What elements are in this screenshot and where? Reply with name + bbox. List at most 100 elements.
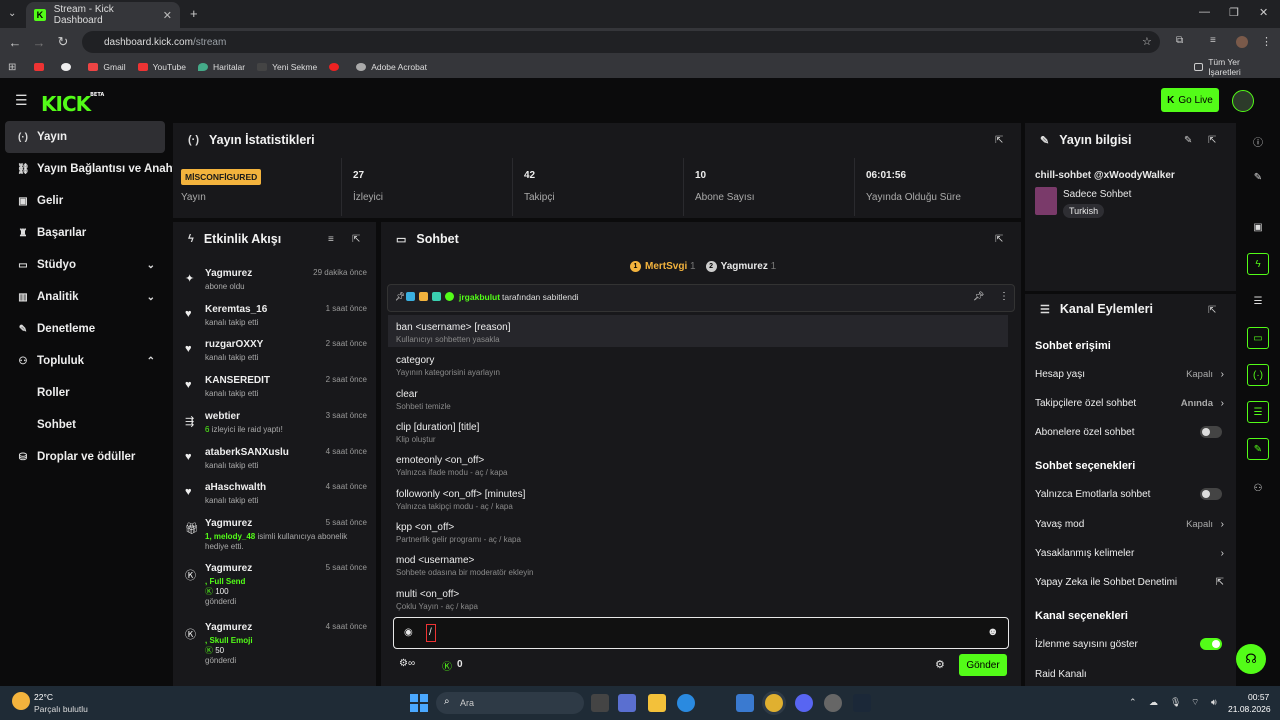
activity-icon[interactable]: ϟ [1247,253,1269,275]
bookmark-opera-icon[interactable] [329,63,344,71]
community-icon[interactable]: ⚇ [1247,477,1269,499]
sidebar-item-studyo[interactable]: ▭ Stüdyo ⌄ [5,249,165,281]
sidebar-item-analitik[interactable]: ▥ Analitik ⌄ [5,281,165,313]
chat-icon[interactable]: ▭ [1247,327,1269,349]
task-view-icon[interactable] [591,694,609,712]
sidebar-item-topluluk[interactable]: ⚇ Topluluk ⌃ [5,345,165,377]
help-headset-icon[interactable]: ☊ [1236,644,1266,674]
extensions-icon[interactable]: ⧉ [1176,35,1183,46]
sidebar-item-droplar[interactable]: ⛁ Droplar ve ödüller [5,441,165,473]
windows-start-icon[interactable] [410,694,428,712]
edge-icon[interactable] [677,694,695,712]
emote-only-toggle[interactable] [1200,488,1222,500]
close-window-icon[interactable]: ✕ [1259,6,1268,19]
forward-icon[interactable]: → [26,35,52,50]
expand-activity-icon[interactable]: ⇱ [352,234,360,245]
list-icon[interactable]: ☰ [1247,290,1269,312]
sidebar-item-stream-key[interactable]: ⛓ Yayın Bağlantısı ve Anahtarı [5,153,177,185]
wrench-icon[interactable]: ✎ [1247,438,1269,460]
close-tab-icon[interactable]: ✕ [163,9,172,22]
chrome-icon[interactable] [765,694,783,712]
expand-stats-icon[interactable]: ⇱ [995,135,1003,146]
command-mod[interactable]: mod <username> Sohbete odasına bir modera… [388,548,1008,580]
command-clip[interactable]: clip [duration] [title] Klip oluştur [388,415,1008,447]
back-icon[interactable]: ← [2,35,28,50]
setting-ai-moderation[interactable]: Yapay Zeka ile Sohbet Denetimi ⇱ [1035,572,1227,592]
bookmark-new-tab[interactable]: Yeni Sekme [257,62,317,72]
command-clear[interactable]: clear Sohbeti temizle [388,382,1008,414]
bookmark-youtube-icon[interactable] [34,63,49,71]
bookmark-star-icon[interactable]: ☆ [1142,35,1152,48]
setting-account-age[interactable]: Hesap yaşı Kapalı › [1035,364,1227,384]
profile-avatar[interactable] [1236,36,1248,48]
user-avatar[interactable] [1232,90,1254,112]
wifi-icon[interactable]: ⌔ [1191,697,1199,708]
expand-info-icon[interactable]: ⇱ [1208,135,1216,146]
filter-icon[interactable]: ≡ [328,234,334,245]
browser-tab[interactable]: K Stream - Kick Dashboard ✕ [26,2,180,28]
setting-banned-words[interactable]: Yasaklanmış kelimeler › [1035,543,1227,563]
edit-icon[interactable]: ✎ [1247,166,1269,188]
more-options-icon[interactable]: ⋮ [999,291,1009,302]
tray-chevron-icon[interactable]: ⌃ [1129,697,1137,708]
bookmark-google-icon[interactable] [61,63,76,71]
maximize-icon[interactable]: ❐ [1229,6,1239,19]
apps-icon[interactable]: ⊞ [8,62,16,73]
mic-icon[interactable]: 🎙︎ [1170,697,1181,708]
sidebar-item-basarilar[interactable]: ♜ Başarılar [5,217,165,249]
bookmark-acrobat[interactable]: Adobe Acrobat [356,62,427,72]
wallet-icon[interactable]: ▣ [1247,216,1269,238]
gear-icon[interactable]: ⚙ [935,658,945,671]
expand-chat-icon[interactable]: ⇱ [995,234,1003,245]
all-bookmarks[interactable]: Tüm Yer İşaretleri [1194,57,1268,77]
new-tab-icon[interactable]: + [190,6,198,21]
url-field[interactable]: dashboard.kick.com/stream [82,31,1160,53]
setting-raid-channel[interactable]: Raid Kanalı [1035,664,1227,684]
chat-input[interactable]: ◉ / ☻ [393,617,1009,649]
layers-icon[interactable]: ☰ [1247,401,1269,423]
expand-actions-icon[interactable]: ⇱ [1208,305,1216,316]
sidebar-item-roller[interactable]: Roller [5,377,165,409]
command-followonly[interactable]: followonly <on_off> [minutes] Yalnızca ta… [388,482,1008,514]
setting-follower-only[interactable]: Takipçilere özel sohbet Anında › [1035,393,1227,413]
command-ban[interactable]: ban <username> [reason] Kullanıcıyı sohbe… [388,315,1008,347]
minimize-icon[interactable]: — [1199,6,1210,18]
viewcount-toggle[interactable] [1200,638,1222,650]
tab-list-icon[interactable]: ⌄ [8,8,16,19]
command-kpp[interactable]: kpp <on_off> Partnerlik gelir programı - … [388,515,1008,547]
sidebar-item-yayin[interactable]: (·) Yayın [5,121,165,153]
menu-icon[interactable]: ⋮ [1261,35,1272,48]
send-button[interactable]: Gönder [959,654,1007,676]
edit-info-icon[interactable]: ✎ [1184,135,1192,146]
volume-icon[interactable]: 🔊︎ [1211,697,1217,708]
setting-emote-only[interactable]: Yalnızca Emotlarla sohbet [1035,484,1227,504]
setting-slow-mode[interactable]: Yavaş mod Kapalı › [1035,514,1227,534]
setting-sub-only[interactable]: Abonelere özel sohbet [1035,422,1227,442]
file-explorer-icon[interactable] [648,694,666,712]
bookmark-maps[interactable]: Haritalar [198,62,245,72]
reload-icon[interactable]: ↻ [50,34,76,50]
bookmark-gmail[interactable]: Gmail [88,62,126,72]
emote-badge-icon[interactable]: ◉ [404,627,413,638]
app-icon[interactable] [824,694,842,712]
command-category[interactable]: category Yayının kategorisini ayarlayın [388,348,1008,380]
discord-icon[interactable] [795,694,813,712]
setting-show-viewcount[interactable]: İzlenme sayısını göster [1035,634,1227,654]
chat-input-text[interactable]: / [426,624,436,642]
unpin-icon[interactable]: 📌︎ [973,291,984,302]
mail-icon[interactable] [736,694,754,712]
taskbar-search[interactable]: ⌕ Ara [436,692,584,714]
sub-only-toggle[interactable] [1200,426,1222,438]
sidebar-item-gelir[interactable]: ▣ Gelir [5,185,165,217]
go-live-button[interactable]: K Go Live [1161,88,1219,112]
widgets-icon[interactable] [618,694,636,712]
sidebar-item-sohbet[interactable]: Sohbet [5,409,165,441]
command-multi[interactable]: multi <on_off> Çoklu Yayın - aç / kapa [388,582,1008,614]
chat-settings-icon[interactable]: ⚙∞ [399,658,415,669]
bookmark-youtube[interactable]: YouTube [137,62,186,72]
steam-icon[interactable] [853,694,871,712]
media-icon[interactable]: ≡ [1210,35,1216,46]
broadcast-icon[interactable]: (·) [1247,364,1269,386]
sidebar-item-denetleme[interactable]: ✎ Denetleme [5,313,165,345]
command-emoteonly[interactable]: emoteonly <on_off> Yalnızca ifade modu - … [388,448,1008,480]
